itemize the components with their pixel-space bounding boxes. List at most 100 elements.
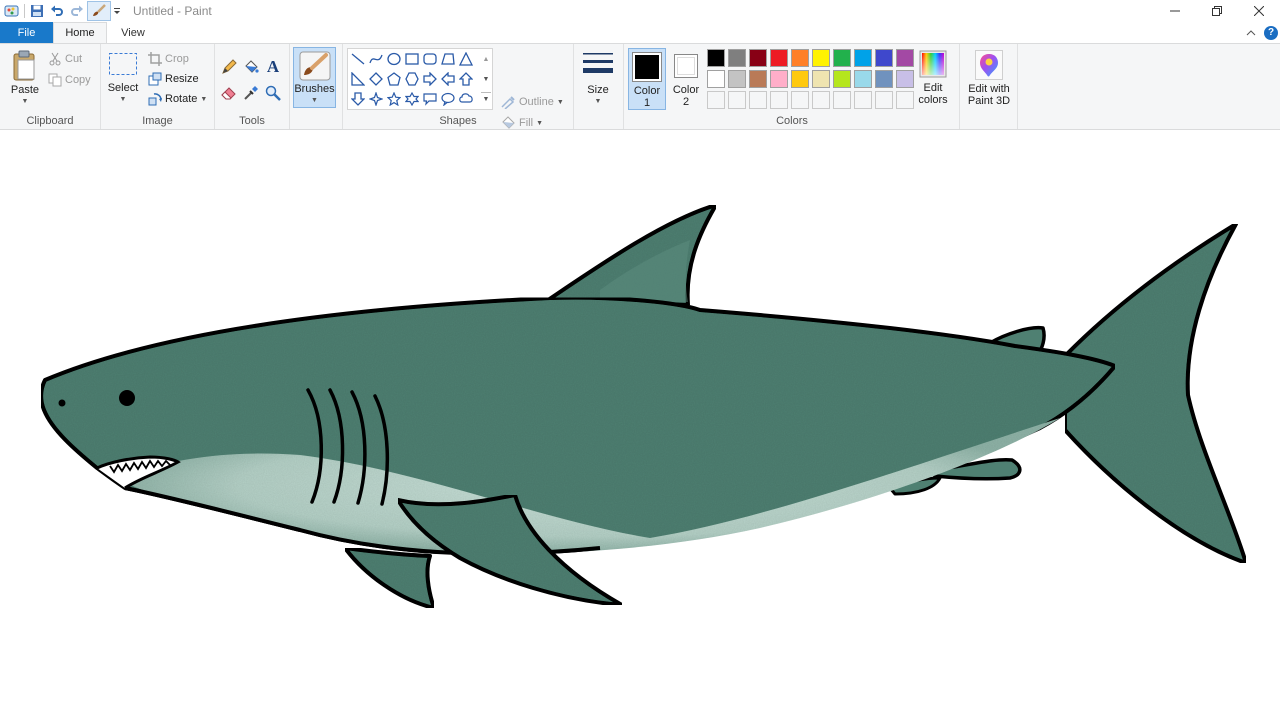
select-button[interactable]: Select ▼ xyxy=(105,52,141,106)
restore-icon[interactable] xyxy=(1196,0,1238,22)
cut-button[interactable]: Cut xyxy=(48,50,82,68)
custom-color-slot[interactable] xyxy=(854,91,872,109)
rectangle-shape-icon[interactable] xyxy=(403,50,421,68)
custom-color-slot[interactable] xyxy=(875,91,893,109)
rounded-callout-shape-icon[interactable] xyxy=(421,90,439,108)
curve-shape-icon[interactable] xyxy=(367,50,385,68)
rotate-button[interactable]: Rotate ▼ xyxy=(148,90,207,108)
color-picker-icon[interactable] xyxy=(241,83,261,103)
qat-dropdown-icon[interactable] xyxy=(111,1,123,21)
edit-colors-button[interactable]: Edit colors xyxy=(913,50,953,106)
pentagon-shape-icon[interactable] xyxy=(385,70,403,88)
left-arrow-shape-icon[interactable] xyxy=(439,70,457,88)
help-icon[interactable]: ? xyxy=(1264,25,1278,40)
up-arrow-shape-icon[interactable] xyxy=(457,70,475,88)
palette-swatch[interactable] xyxy=(854,49,872,67)
color2-button[interactable]: Color 2 xyxy=(668,48,704,110)
crop-button[interactable]: Crop xyxy=(148,50,189,68)
palette-swatch[interactable] xyxy=(749,70,767,88)
shapes-scroll-up-icon[interactable]: ▲ xyxy=(481,51,491,67)
shapes-gallery: ▲ ▼ ▼ xyxy=(347,48,493,110)
oval-callout-shape-icon[interactable] xyxy=(439,90,457,108)
color1-label-line1: Color xyxy=(633,85,661,97)
palette-swatch[interactable] xyxy=(728,70,746,88)
ribbon: Paste ▼ Cut Copy Clipboard Select ▼ Crop… xyxy=(0,43,1280,130)
magnifier-icon[interactable] xyxy=(263,83,283,103)
minimize-icon[interactable] xyxy=(1154,0,1196,22)
right-arrow-shape-icon[interactable] xyxy=(421,70,439,88)
palette-swatch[interactable] xyxy=(749,49,767,67)
palette-swatch[interactable] xyxy=(770,49,788,67)
rotate-dropdown-icon: ▼ xyxy=(200,95,208,103)
polygon-shape-icon[interactable] xyxy=(439,50,457,68)
palette-swatch[interactable] xyxy=(791,70,809,88)
palette-swatch[interactable] xyxy=(791,49,809,67)
custom-color-slot[interactable] xyxy=(896,91,914,109)
shark-nostril xyxy=(58,399,66,407)
resize-button[interactable]: Resize xyxy=(148,70,199,88)
five-point-star-shape-icon[interactable] xyxy=(385,90,403,108)
palette-swatch[interactable] xyxy=(875,49,893,67)
custom-color-slot[interactable] xyxy=(833,91,851,109)
palette-swatch[interactable] xyxy=(875,70,893,88)
rounded-rectangle-shape-icon[interactable] xyxy=(421,50,439,68)
palette-swatch[interactable] xyxy=(812,70,830,88)
palette-swatch[interactable] xyxy=(728,49,746,67)
pencil-icon[interactable] xyxy=(219,57,239,77)
undo-icon[interactable] xyxy=(47,1,67,21)
tools-group: A Tools xyxy=(215,44,290,129)
palette-swatch[interactable] xyxy=(896,70,914,88)
custom-color-slot[interactable] xyxy=(812,91,830,109)
collapse-ribbon-icon[interactable] xyxy=(1244,26,1258,40)
custom-color-slot[interactable] xyxy=(791,91,809,109)
fill-icon[interactable] xyxy=(241,57,261,77)
shapes-scroll-down-icon[interactable]: ▼ xyxy=(481,71,491,87)
tab-file[interactable]: File xyxy=(0,22,53,43)
hexagon-shape-icon[interactable] xyxy=(403,70,421,88)
cloud-callout-shape-icon[interactable] xyxy=(457,90,475,108)
eraser-icon[interactable] xyxy=(219,83,239,103)
copy-button[interactable]: Copy xyxy=(48,71,91,89)
oval-shape-icon[interactable] xyxy=(385,50,403,68)
six-point-star-shape-icon[interactable] xyxy=(403,90,421,108)
brushes-quick-icon[interactable] xyxy=(87,1,111,21)
line-size-icon xyxy=(583,53,613,73)
drawing-canvas[interactable] xyxy=(0,131,1280,720)
paint-app-icon[interactable] xyxy=(2,1,22,21)
color2-fill xyxy=(677,57,695,75)
paste-button[interactable]: Paste ▼ xyxy=(6,50,44,108)
palette-swatch[interactable] xyxy=(707,70,725,88)
save-icon[interactable] xyxy=(27,1,47,21)
brushes-button[interactable]: Brushes ▼ xyxy=(293,47,336,108)
palette-swatch[interactable] xyxy=(833,70,851,88)
custom-color-slot[interactable] xyxy=(749,91,767,109)
line-shape-icon[interactable] xyxy=(349,50,367,68)
palette-swatch[interactable] xyxy=(770,70,788,88)
custom-color-slot[interactable] xyxy=(728,91,746,109)
palette-swatch[interactable] xyxy=(896,49,914,67)
palette-swatch[interactable] xyxy=(707,49,725,67)
outline-button[interactable]: Outline ▼ xyxy=(500,93,564,111)
fill-button[interactable]: Fill ▼ xyxy=(500,114,543,132)
redo-icon[interactable] xyxy=(67,1,87,21)
palette-swatch[interactable] xyxy=(854,70,872,88)
shark-eye xyxy=(119,390,135,406)
tab-view[interactable]: View xyxy=(107,22,159,43)
size-button[interactable]: Size ▼ xyxy=(580,51,616,108)
four-point-star-shape-icon[interactable] xyxy=(367,90,385,108)
custom-color-slot[interactable] xyxy=(770,91,788,109)
right-triangle-shape-icon[interactable] xyxy=(349,70,367,88)
diamond-shape-icon[interactable] xyxy=(367,70,385,88)
color1-button[interactable]: Color 1 xyxy=(628,48,666,110)
text-icon[interactable]: A xyxy=(263,57,283,77)
shapes-expand-icon[interactable]: ▼ xyxy=(481,92,491,106)
tab-home[interactable]: Home xyxy=(53,22,107,43)
close-icon[interactable] xyxy=(1238,0,1280,22)
palette-swatch[interactable] xyxy=(812,49,830,67)
edit-with-paint3d-button[interactable]: Edit with Paint 3D xyxy=(963,50,1015,107)
palette-swatch[interactable] xyxy=(833,49,851,67)
triangle-shape-icon[interactable] xyxy=(457,50,475,68)
color1-label-line2: 1 xyxy=(643,97,651,109)
down-arrow-shape-icon[interactable] xyxy=(349,90,367,108)
custom-color-slot[interactable] xyxy=(707,91,725,109)
